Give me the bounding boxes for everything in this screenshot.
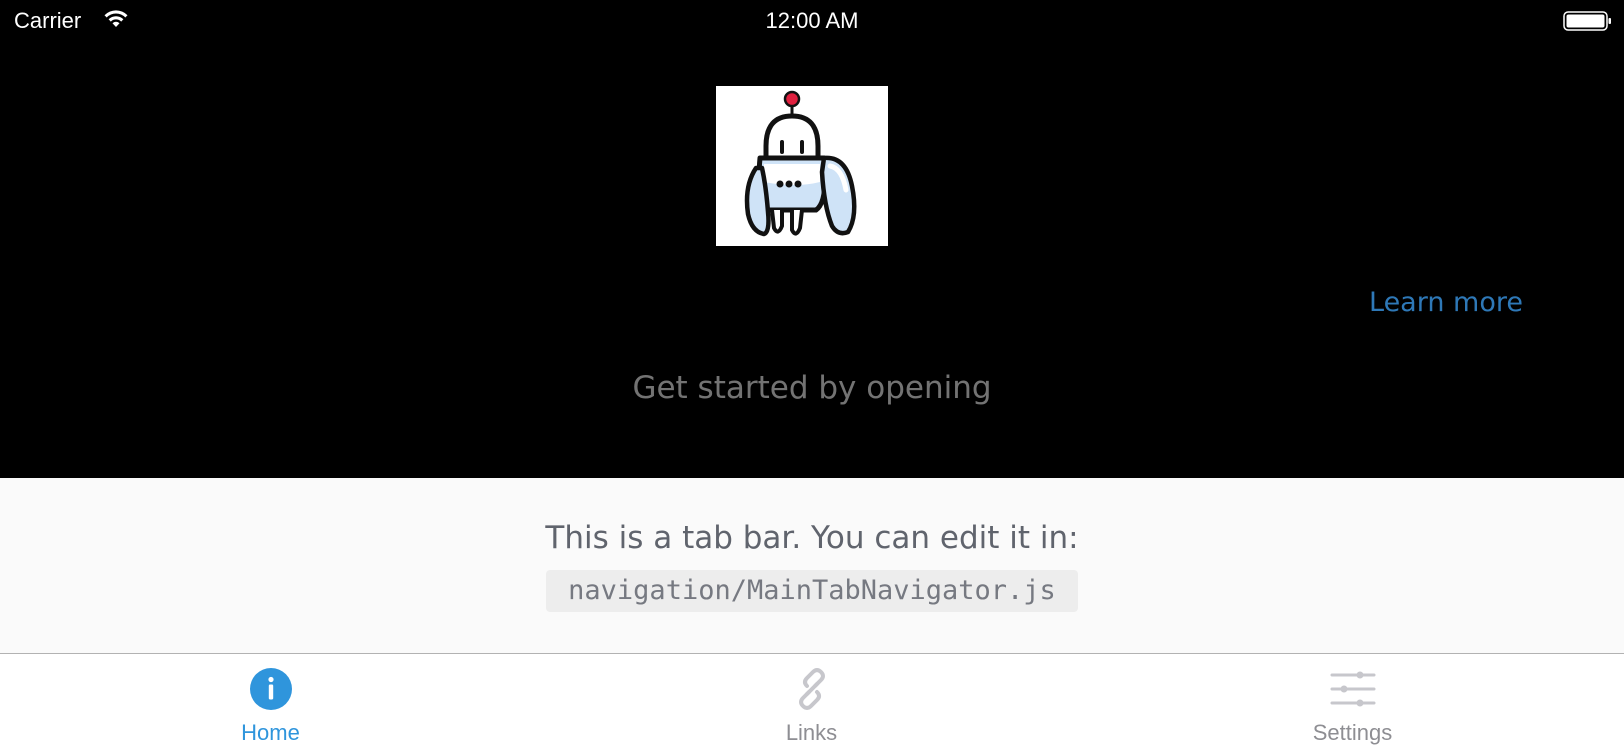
code-path-text: navigation/MainTabNavigator.js [568, 575, 1056, 606]
tab-links-label: Links [785, 720, 838, 745]
status-bar: Carrier 12:00 AM [0, 0, 1624, 44]
clock: 12:00 AM [765, 8, 859, 33]
tab-home[interactable]: Home [0, 654, 541, 750]
main-content: Learn more Get started by opening [0, 44, 1624, 478]
tab-links[interactable]: Links [541, 654, 1082, 750]
app-screen: Carrier 12:00 AM Learn more Get started … [0, 0, 1624, 750]
learn-more-link[interactable]: Learn more [1369, 287, 1523, 318]
battery-icon [1563, 11, 1611, 31]
get-started-text: Get started by opening [632, 370, 992, 406]
tab-bar-info-text: This is a tab bar. You can edit it in: [545, 520, 1079, 556]
tab-settings-label: Settings [1312, 720, 1393, 745]
info-icon [249, 668, 292, 710]
tab-settings[interactable]: Settings [1082, 654, 1623, 750]
sliders-icon [1330, 671, 1375, 707]
tab-bar-info-panel: This is a tab bar. You can edit it in: n… [0, 478, 1624, 653]
bottom-tab-bar: Home Links Settings [0, 653, 1624, 750]
link-icon [798, 668, 825, 710]
tab-home-label: Home [241, 720, 300, 745]
robot-welcome-icon [716, 86, 888, 246]
